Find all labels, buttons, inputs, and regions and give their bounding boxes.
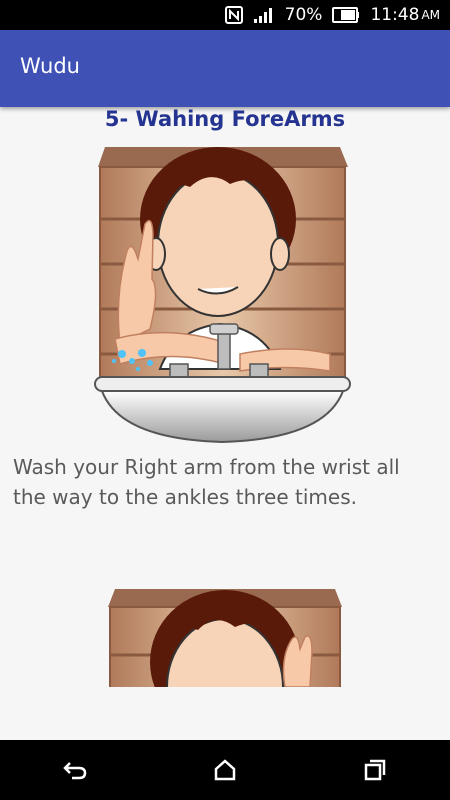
next-step-illustration <box>108 589 342 687</box>
recents-icon[interactable] <box>355 750 395 790</box>
step-instruction: Wash your Right arm from the wrist all t… <box>13 455 400 509</box>
washing-forearms-illustration <box>94 147 351 444</box>
battery-icon <box>332 7 360 23</box>
clock-time: 11:48 <box>370 5 420 25</box>
clock: 11:48 AM <box>370 5 440 25</box>
app-title: Wudu <box>20 54 80 78</box>
step-title: 5- Wahing ForeArms <box>104 107 346 131</box>
signal-icon <box>253 6 275 24</box>
navigation-bar <box>0 740 450 800</box>
nfc-icon <box>224 6 243 24</box>
clock-ampm: AM <box>421 8 440 22</box>
battery-percent: 70% <box>284 5 323 25</box>
home-icon[interactable] <box>205 750 245 790</box>
content-scroll[interactable]: 5- Wahing ForeArms Wash your Right arm f… <box>0 107 450 740</box>
app-bar: Wudu <box>0 30 450 107</box>
back-icon[interactable] <box>55 750 95 790</box>
status-bar: 70% 11:48 AM <box>0 0 450 30</box>
